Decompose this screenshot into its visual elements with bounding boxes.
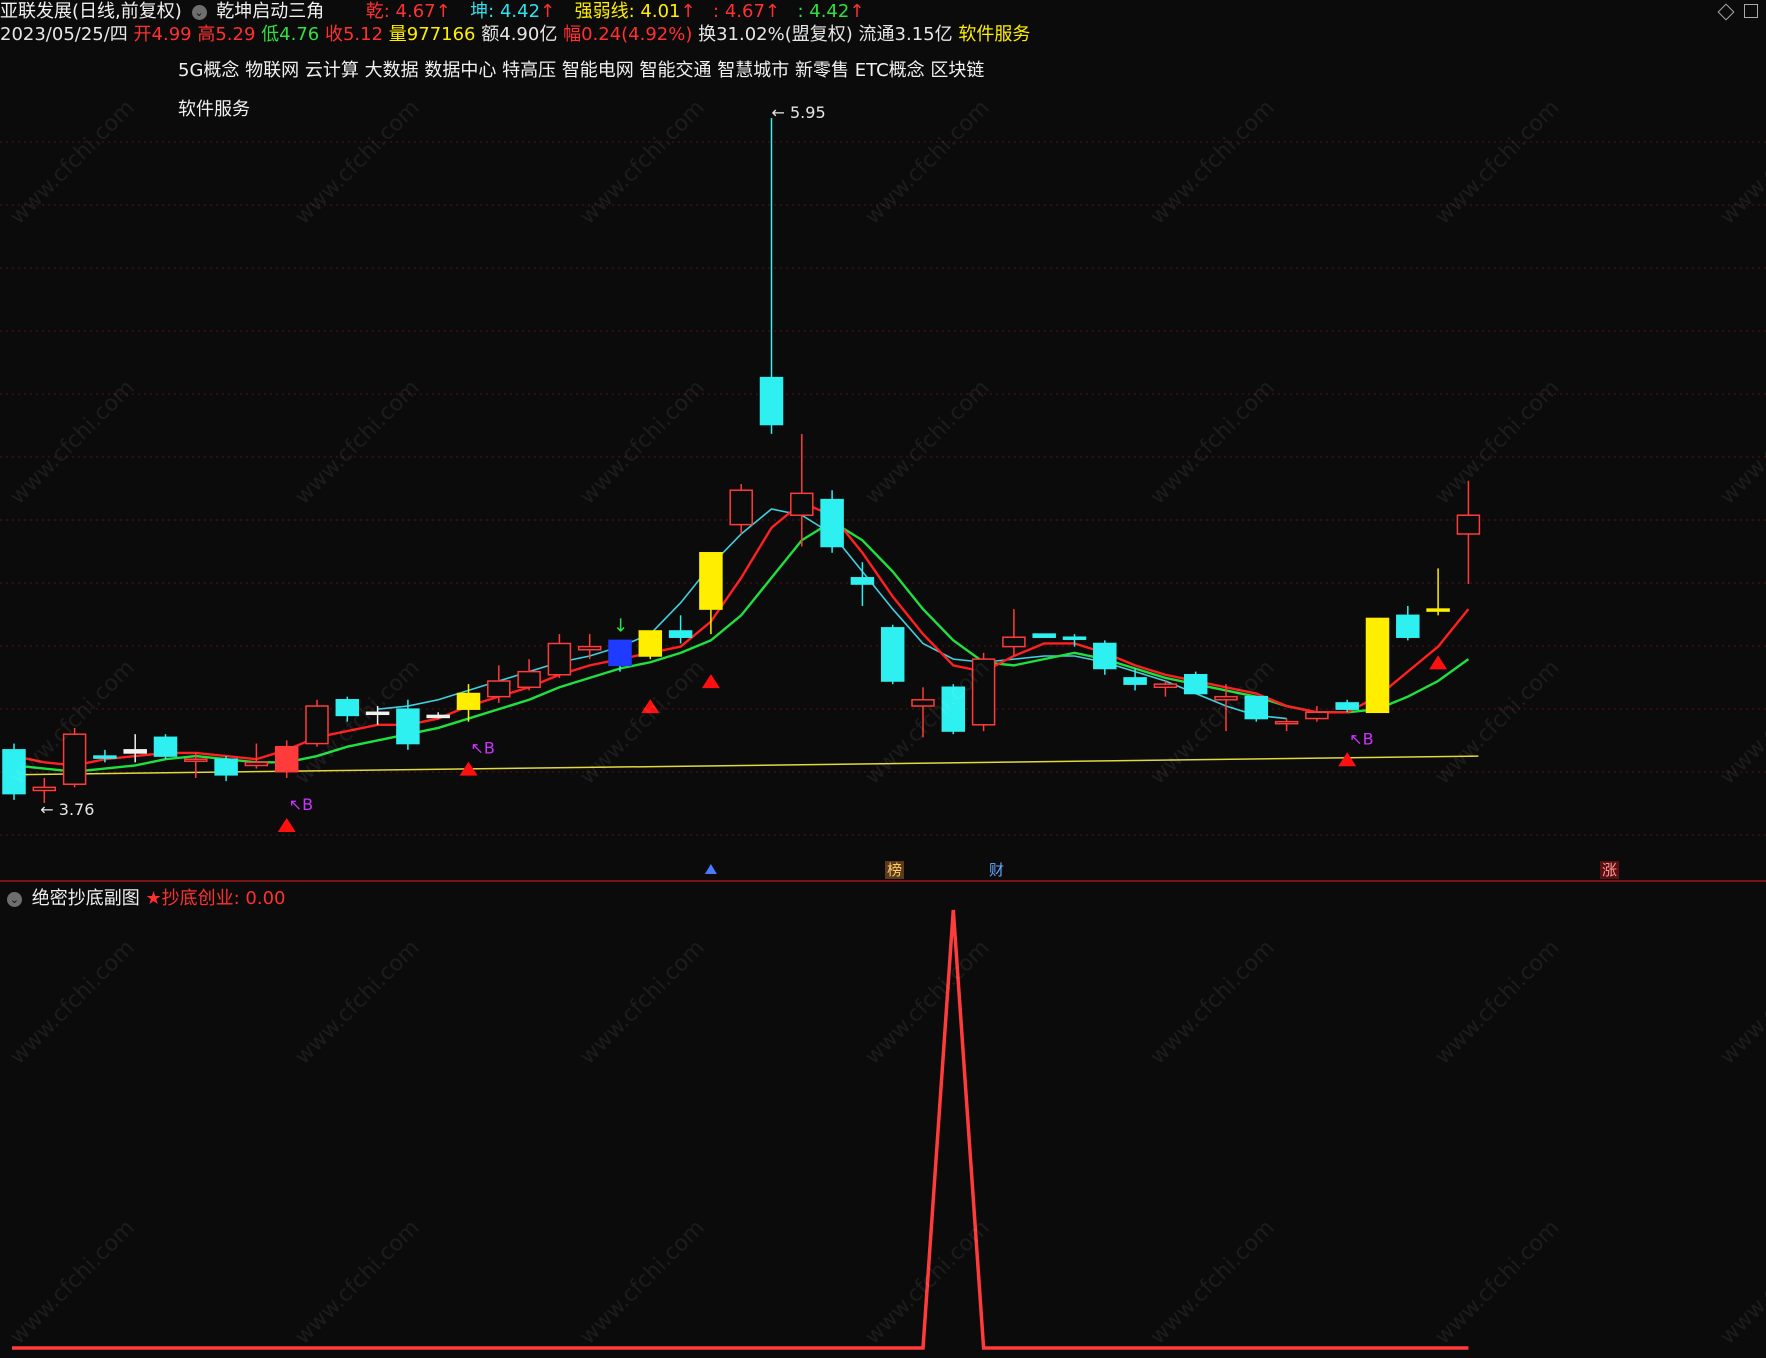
candle-body [850, 577, 875, 585]
event-marker-icon [704, 864, 717, 874]
candle-body [1093, 642, 1117, 670]
candle-body [274, 745, 299, 773]
candle-body [426, 714, 450, 719]
candle-body [305, 705, 329, 745]
candle-body [93, 755, 117, 759]
candle-body [1305, 711, 1329, 720]
candle-body [880, 627, 905, 682]
candle-body [1062, 636, 1087, 640]
candle-body [244, 761, 269, 767]
bang-marker[interactable]: 榜 [885, 861, 905, 879]
candle-body [1123, 677, 1147, 685]
candle-body [396, 708, 420, 745]
buy-signal-label: ↖B [471, 739, 495, 758]
buy-signal-label: ↖B [1349, 729, 1373, 748]
candle-body [971, 658, 996, 726]
candle-body [487, 680, 511, 698]
candle-body [1426, 608, 1450, 612]
candle-body [699, 552, 723, 610]
buy-triangle-icon [1338, 752, 1357, 767]
candle-body [577, 645, 602, 651]
chaodi-line [12, 909, 1469, 1350]
candle-body [456, 692, 481, 710]
buy-triangle-icon [277, 817, 296, 832]
candle-body [911, 699, 935, 707]
kline-chart[interactable]: ↖B ↖B ↖B ↓ ← 5.95 ← 3.76 [0, 0, 1766, 1358]
candle-body [1365, 617, 1390, 714]
candle-body [1396, 614, 1420, 638]
candle-body [1244, 695, 1269, 720]
zhang-marker[interactable]: 涨 [1600, 861, 1620, 879]
candle-body [123, 749, 147, 754]
candle-body [820, 498, 844, 548]
candle-body [184, 758, 208, 762]
price-annotation: ← 3.76 [40, 800, 94, 819]
down-arrow-icon: ↓ [613, 615, 628, 636]
candle-body [1274, 720, 1299, 725]
candle-body [214, 758, 238, 776]
price-annotation: ← 5.95 [772, 103, 826, 122]
candle-body [32, 786, 57, 792]
candle-body [668, 630, 693, 638]
buy-triangle-icon [641, 699, 660, 714]
candle-body [153, 736, 178, 757]
candle-body [547, 642, 572, 676]
candle-body [62, 733, 87, 785]
candle-body [759, 376, 784, 426]
candle-body [1153, 683, 1178, 689]
candle-body [365, 711, 390, 716]
candle-body [2, 749, 26, 795]
candle-body [335, 699, 360, 717]
candle-body [941, 686, 966, 732]
kun-line [13, 520, 1470, 773]
buy-triangle-icon [1429, 655, 1448, 670]
cai-marker[interactable]: 财 [987, 861, 1006, 879]
candle-body [517, 670, 541, 689]
candle-body [1002, 636, 1026, 648]
candle-body [1032, 633, 1056, 638]
buy-triangle-icon [701, 674, 720, 689]
candle-body [1183, 674, 1208, 695]
candle-body [729, 489, 753, 526]
candle-body [608, 639, 632, 667]
candle-body [790, 492, 814, 516]
candle-body [638, 630, 663, 657]
qian-line [13, 501, 1470, 767]
buy-signal-label: ↖B [289, 795, 313, 814]
candle-body [1335, 702, 1359, 710]
candle-body [1214, 695, 1238, 701]
candle-body [1456, 514, 1481, 535]
